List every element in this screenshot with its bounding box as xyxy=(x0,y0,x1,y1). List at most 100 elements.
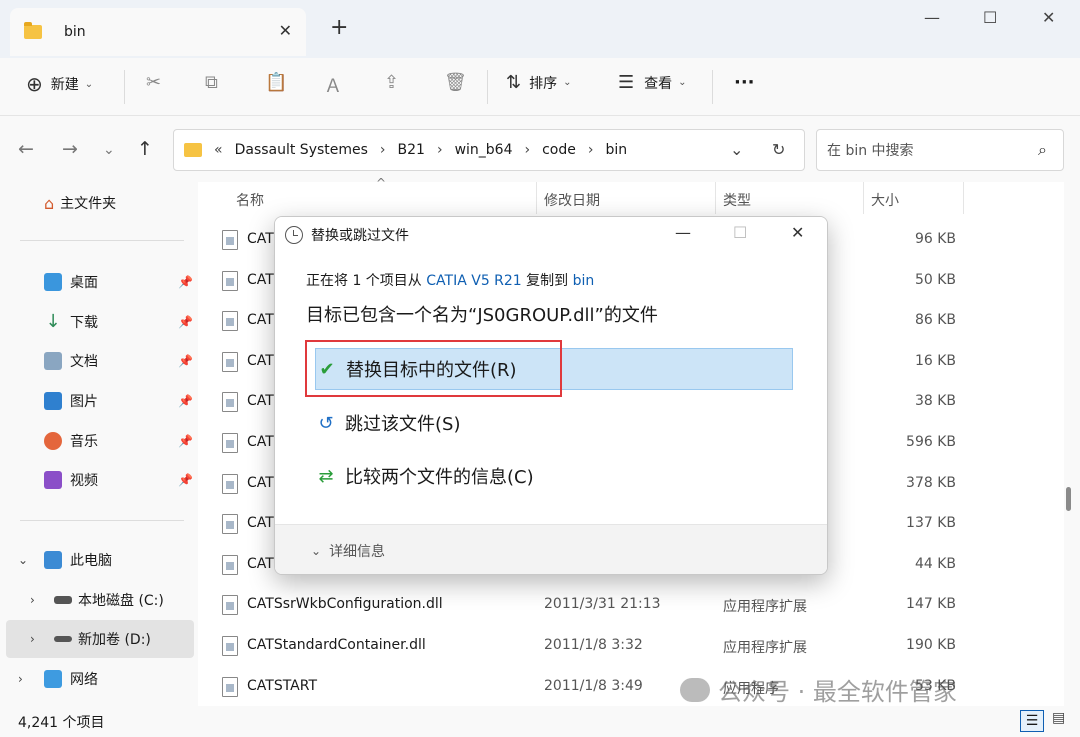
sidebar-item-videos[interactable]: 视频 📌 xyxy=(0,462,198,498)
refresh-icon[interactable]: ↻ xyxy=(772,140,785,159)
forward-icon[interactable]: → xyxy=(62,138,78,160)
delete-icon[interactable]: 🗑 xyxy=(444,72,467,93)
dll-file-icon xyxy=(222,473,238,494)
maximize-button[interactable]: ☐ xyxy=(983,8,997,27)
table-row[interactable]: CATSsrWkbConfiguration.dll 2011/3/31 21:1… xyxy=(198,585,1064,625)
text-fragment: 复制到 xyxy=(521,273,573,289)
command-bar: ⊕ 新建 ⌄ ✂ ⧉ 📋 Ａ ⇪ 🗑 ⇅ 排序 ⌄ ☰ 查看 ⌄ ··· xyxy=(0,58,1080,116)
table-row[interactable]: CATStandardContainer.dll 2011/1/8 3:32 应用程… xyxy=(198,626,1064,666)
breadcrumb-item[interactable]: win_b64 xyxy=(455,142,513,158)
expand-chevron-icon[interactable]: › xyxy=(30,632,35,646)
sidebar-item-drive-c[interactable]: › 本地磁盘 (C:) xyxy=(0,582,198,618)
cell-type: 应用程序扩展 xyxy=(723,640,807,656)
cell-name: CAT xyxy=(247,231,274,247)
new-button[interactable]: ⊕ 新建 ⌄ xyxy=(26,72,93,96)
breadcrumb-item[interactable]: code xyxy=(542,142,576,158)
sidebar-item-label: 文档 xyxy=(70,354,98,370)
column-header-type[interactable]: 类型 xyxy=(723,190,751,210)
documents-icon xyxy=(44,352,62,370)
recent-chevron-icon[interactable]: ⌄ xyxy=(103,142,115,158)
cell-size: 147 KB xyxy=(906,596,956,613)
pictures-icon xyxy=(44,392,62,410)
cell-name: CAT xyxy=(247,352,274,369)
pin-icon[interactable]: 📌 xyxy=(178,354,193,368)
item-count: 4,241 个项目 xyxy=(18,715,105,731)
sidebar-item-this-pc[interactable]: ⌄ 此电脑 xyxy=(0,542,198,578)
sidebar-item-downloads[interactable]: ↓ 下载 📌 xyxy=(0,304,198,340)
paste-icon[interactable]: 📋 xyxy=(265,72,287,93)
column-separator[interactable] xyxy=(863,182,864,214)
title-bar: bin ✕ + — ☐ ✕ xyxy=(0,0,1080,58)
pin-icon[interactable]: 📌 xyxy=(178,473,193,487)
more-button[interactable]: ··· xyxy=(734,72,755,93)
sidebar-item-pictures[interactable]: 图片 📌 xyxy=(0,383,198,419)
sidebar-item-home[interactable]: ⌂ 主文件夹 xyxy=(0,185,198,221)
dialog-minimize-button[interactable]: — xyxy=(675,223,691,242)
sort-icon: ⇅ xyxy=(506,72,522,93)
tab-bin[interactable]: bin ✕ xyxy=(10,8,306,56)
pin-icon[interactable]: 📌 xyxy=(178,434,193,448)
share-icon[interactable]: ⇪ xyxy=(384,72,399,93)
sidebar-item-label: 图片 xyxy=(70,394,98,410)
compare-label: 比较两个文件的信息(C) xyxy=(345,467,534,488)
details-toggle[interactable]: ⌄ 详细信息 xyxy=(275,524,827,574)
highlight-annotation xyxy=(305,340,562,397)
tiles-view-icon[interactable]: ▤ xyxy=(1052,710,1065,726)
chevron-down-icon: ⌄ xyxy=(84,78,94,90)
compare-option[interactable]: ⇄ 比较两个文件的信息(C) xyxy=(315,455,793,497)
column-header-date[interactable]: 修改日期 xyxy=(544,190,600,210)
column-separator[interactable] xyxy=(715,182,716,214)
expand-chevron-icon[interactable]: › xyxy=(30,593,35,607)
chevron-down-icon: ⌄ xyxy=(678,77,687,88)
rename-icon[interactable]: Ａ xyxy=(324,72,342,98)
breadcrumb-item[interactable]: bin xyxy=(605,142,627,158)
column-separator[interactable] xyxy=(963,182,964,214)
search-input[interactable]: 在 bin 中搜索 ⌕ xyxy=(816,129,1064,171)
pin-icon[interactable]: 📌 xyxy=(178,315,193,329)
sort-button[interactable]: ⇅ 排序 ⌄ xyxy=(506,72,571,93)
up-icon[interactable]: ↑ xyxy=(137,138,153,160)
cell-size: 137 KB xyxy=(906,515,956,532)
divider xyxy=(712,70,713,104)
view-button[interactable]: ☰ 查看 ⌄ xyxy=(618,72,687,93)
dll-file-icon xyxy=(222,270,238,291)
column-separator[interactable] xyxy=(536,182,537,214)
dialog-title-bar[interactable]: 替换或跳过文件 — ☐ ✕ xyxy=(275,217,827,253)
breadcrumb-item[interactable]: Dassault Systemes xyxy=(235,142,368,158)
pin-icon[interactable]: 📌 xyxy=(178,275,193,289)
tab-close-icon[interactable]: ✕ xyxy=(279,21,292,40)
application-icon xyxy=(222,676,238,697)
breadcrumb-item[interactable]: B21 xyxy=(398,142,425,158)
cut-icon[interactable]: ✂ xyxy=(146,72,161,93)
column-header-name[interactable]: 名称 xyxy=(236,190,264,210)
scrollbar-thumb[interactable] xyxy=(1066,487,1071,511)
skip-arrow-icon: ↺ xyxy=(318,412,334,434)
watermark-text: 公众号 · 最全软件管家 xyxy=(718,678,957,706)
column-header-size[interactable]: 大小 xyxy=(871,190,899,210)
sidebar-item-label: 视频 xyxy=(70,473,98,489)
sidebar-item-drive-d[interactable]: › 新加卷 (D:) xyxy=(6,620,194,658)
copy-icon[interactable]: ⧉ xyxy=(205,72,218,93)
sidebar-item-music[interactable]: 音乐 📌 xyxy=(0,423,198,459)
details-view-icon[interactable]: ☰ xyxy=(1020,710,1044,732)
vertical-scrollbar[interactable] xyxy=(1064,182,1080,706)
dll-file-icon xyxy=(222,230,238,250)
cell-size: 16 KB xyxy=(914,352,956,369)
destination-link[interactable]: bin xyxy=(573,273,595,289)
close-button[interactable]: ✕ xyxy=(1042,8,1055,27)
expand-chevron-icon[interactable]: › xyxy=(18,672,23,686)
sidebar-item-documents[interactable]: 文档 📌 xyxy=(0,343,198,379)
sidebar-item-desktop[interactable]: 桌面 📌 xyxy=(0,264,198,300)
address-bar[interactable]: « Dassault Systemes › B21 › win_b64 › co… xyxy=(173,129,805,171)
source-link[interactable]: CATIA V5 R21 xyxy=(426,273,521,289)
pin-icon[interactable]: 📌 xyxy=(178,394,193,408)
collapse-chevron-icon[interactable]: ⌄ xyxy=(18,553,28,567)
new-tab-button[interactable]: + xyxy=(330,17,348,39)
address-dropdown-icon[interactable]: ⌄ xyxy=(730,140,743,159)
minimize-button[interactable]: — xyxy=(924,8,940,27)
dialog-close-button[interactable]: ✕ xyxy=(791,223,804,242)
skip-option[interactable]: ↺ 跳过该文件(S) xyxy=(315,402,793,444)
sidebar-item-network[interactable]: › 网络 xyxy=(0,661,198,697)
back-icon[interactable]: ← xyxy=(18,138,34,160)
overflow-chevron[interactable]: « xyxy=(214,142,223,158)
